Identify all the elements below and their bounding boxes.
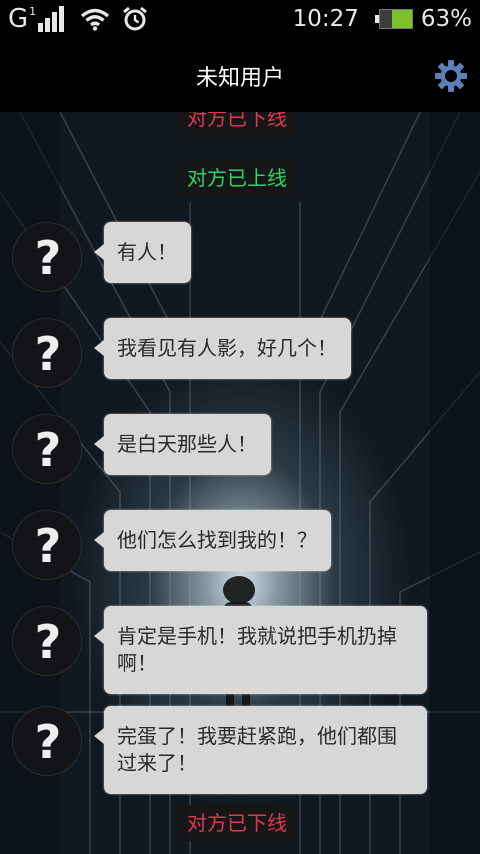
- message-bubble[interactable]: 完蛋了！我要赶紧跑，他们都围过来了！: [94, 706, 427, 794]
- avatar[interactable]: ?: [12, 510, 82, 580]
- battery-percent: 63%: [420, 6, 472, 32]
- avatar[interactable]: ?: [12, 706, 82, 776]
- avatar[interactable]: ?: [12, 606, 82, 676]
- online-notice: 对方已上线: [176, 160, 298, 196]
- chat-area[interactable]: 对方已下线 对方已上线 ? 有人！ ? 我看见有人影，好几个！ ? 是白天那些人…: [0, 112, 480, 854]
- title-bar: 未知用户: [0, 38, 480, 112]
- avatar[interactable]: ?: [12, 414, 82, 484]
- status-right: 10:27 63%: [293, 3, 472, 35]
- question-mark-icon: ?: [34, 615, 62, 669]
- message-bubble[interactable]: 他们怎么找到我的！？: [94, 510, 331, 571]
- question-mark-icon: ?: [34, 715, 62, 769]
- message-bubble[interactable]: 我看见有人影，好几个！: [94, 318, 351, 379]
- sim-index: 1: [29, 4, 37, 18]
- message-bubble[interactable]: 有人！: [94, 222, 191, 283]
- page-title: 未知用户: [195, 66, 284, 91]
- clock: 10:27: [292, 6, 359, 32]
- offline-notice-bottom: 对方已下线: [176, 805, 298, 841]
- battery-fill: [391, 10, 412, 28]
- notice-text: 对方已上线: [187, 166, 287, 190]
- alarm-icon: [123, 6, 148, 31]
- signal-icon: [38, 6, 66, 32]
- notice-text: 对方已下线: [187, 112, 287, 130]
- question-mark-icon: ?: [34, 231, 62, 285]
- message-bubble[interactable]: 是白天那些人！: [94, 414, 271, 475]
- question-mark-icon: ?: [34, 327, 62, 381]
- gear-icon[interactable]: [434, 59, 468, 93]
- status-bar: G 1 10:27 63%: [0, 0, 480, 38]
- avatar[interactable]: ?: [12, 222, 82, 292]
- question-mark-icon: ?: [34, 423, 62, 477]
- message-bubble[interactable]: 肯定是手机！我就说把手机扔掉啊！: [94, 606, 427, 694]
- network-type: G: [8, 4, 29, 34]
- battery-icon: [374, 9, 413, 29]
- notice-text: 对方已下线: [187, 811, 287, 835]
- avatar[interactable]: ?: [12, 318, 82, 388]
- wifi-icon: [81, 8, 110, 31]
- question-mark-icon: ?: [34, 519, 62, 573]
- status-left: G 1: [8, 3, 148, 35]
- offline-notice-top: 对方已下线: [176, 112, 298, 136]
